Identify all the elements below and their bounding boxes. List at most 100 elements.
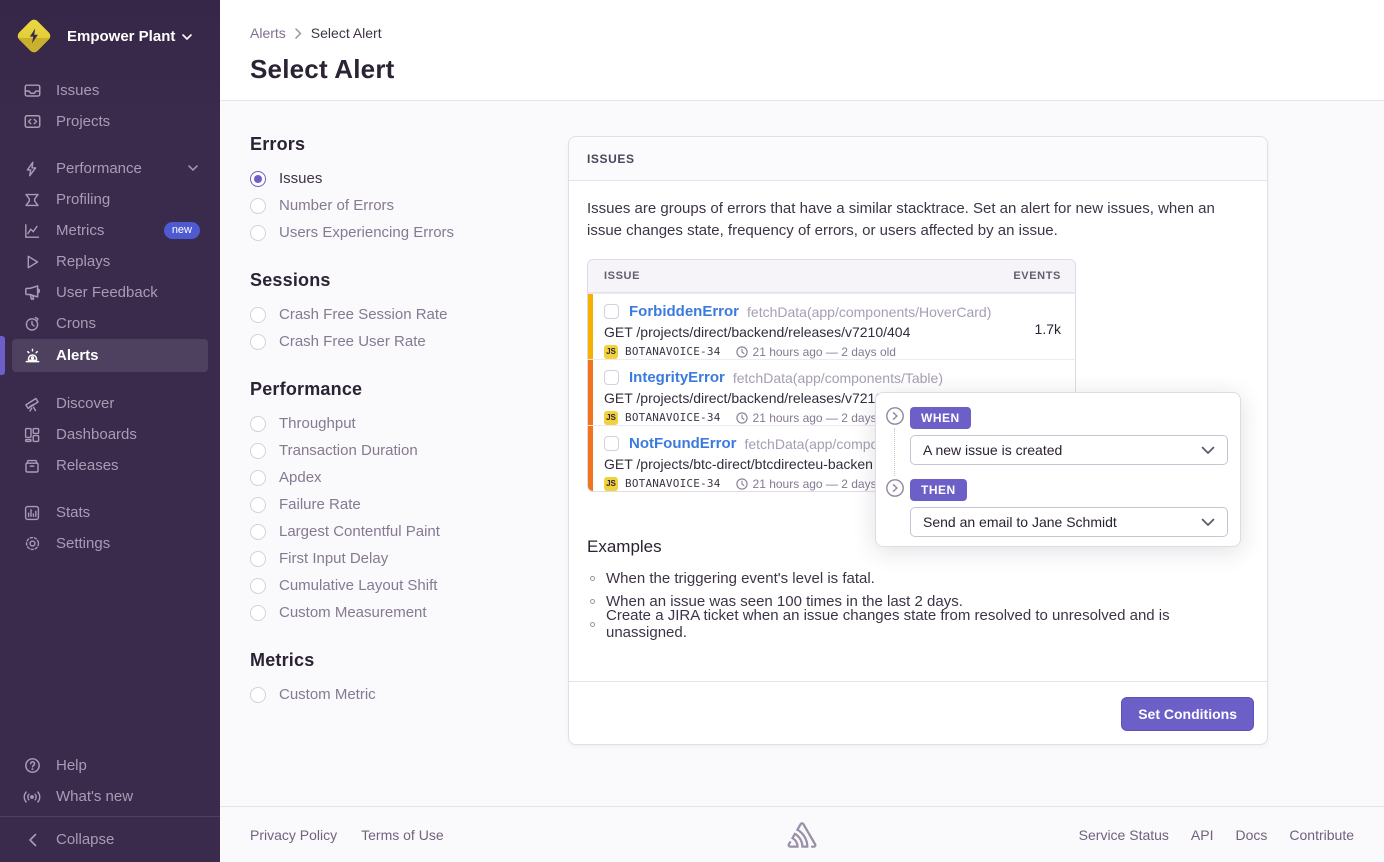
terms-of-use-link[interactable]: Terms of Use <box>361 827 443 843</box>
issue-event-count: 1.7k <box>1035 321 1061 337</box>
issue-checkbox[interactable] <box>604 370 619 385</box>
when-then-popup: WHEN A new issue is created THEN Send an… <box>875 392 1241 547</box>
sentry-logo-icon <box>788 822 817 848</box>
radio-icon[interactable] <box>250 307 266 323</box>
sidebar-item-releases[interactable]: Releases <box>12 450 208 481</box>
alert-option-transaction-duration[interactable]: Transaction Duration <box>250 437 550 464</box>
radio-icon[interactable] <box>250 470 266 486</box>
alert-option-apdex[interactable]: Apdex <box>250 464 550 491</box>
sidebar-item-label: Profiling <box>56 191 110 208</box>
docs-link[interactable]: Docs <box>1236 827 1268 843</box>
releases-icon <box>23 457 41 475</box>
chevron-down-icon <box>1201 518 1215 527</box>
sidebar-item-label: Dashboards <box>56 426 137 443</box>
sidebar-item-issues[interactable]: Issues <box>12 75 208 106</box>
service-status-link[interactable]: Service Status <box>1079 827 1169 843</box>
sidebar: Empower Plant Issues Projects Performanc… <box>0 0 220 862</box>
then-badge: THEN <box>910 479 967 501</box>
alert-option-issues[interactable]: Issues <box>250 165 550 192</box>
issue-age: 21 hours ago — 2 days old <box>736 411 896 425</box>
bullet-icon <box>590 576 595 581</box>
issue-checkbox[interactable] <box>604 436 619 451</box>
alert-option-crash-free-session-rate[interactable]: Crash Free Session Rate <box>250 301 550 328</box>
sidebar-item-discover[interactable]: Discover <box>12 388 208 419</box>
radio-label: Users Experiencing Errors <box>279 224 454 241</box>
issue-title-link[interactable]: NotFoundError <box>629 435 736 452</box>
radio-selected-icon[interactable] <box>250 171 266 187</box>
radio-label: First Input Delay <box>279 550 388 567</box>
alert-option-first-input-delay[interactable]: First Input Delay <box>250 545 550 572</box>
sidebar-item-profiling[interactable]: Profiling <box>12 184 208 215</box>
section-title: Metrics <box>250 650 550 671</box>
radio-icon[interactable] <box>250 551 266 567</box>
table-row[interactable]: ForbiddenError fetchData(app/components/… <box>588 293 1075 359</box>
sidebar-item-stats[interactable]: Stats <box>12 497 208 528</box>
radio-label: Failure Rate <box>279 496 361 513</box>
contribute-link[interactable]: Contribute <box>1289 827 1354 843</box>
alert-option-users-experiencing-errors[interactable]: Users Experiencing Errors <box>250 219 550 246</box>
alert-section-sessions: Sessions Crash Free Session Rate Crash F… <box>250 270 550 355</box>
breadcrumb-alerts-link[interactable]: Alerts <box>250 25 286 41</box>
sidebar-item-dashboards[interactable]: Dashboards <box>12 419 208 450</box>
issue-title-link[interactable]: IntegrityError <box>629 369 725 386</box>
radio-icon[interactable] <box>250 416 266 432</box>
sidebar-item-settings[interactable]: Settings <box>12 528 208 559</box>
radio-icon[interactable] <box>250 578 266 594</box>
issue-title-link[interactable]: ForbiddenError <box>629 303 739 320</box>
issue-culprit: fetchData(app/components/HoverCard) <box>747 304 1061 320</box>
chevron-down-icon <box>188 165 198 172</box>
radio-icon[interactable] <box>250 334 266 350</box>
alert-option-throughput[interactable]: Throughput <box>250 410 550 437</box>
alert-option-largest-contentful-paint[interactable]: Largest Contentful Paint <box>250 518 550 545</box>
alert-option-number-of-errors[interactable]: Number of Errors <box>250 192 550 219</box>
sidebar-item-replays[interactable]: Replays <box>12 246 208 277</box>
sidebar-nav: Issues Projects Performance Profiling Me… <box>0 75 220 559</box>
panel-header: ISSUES <box>569 137 1267 181</box>
alert-section-performance: Performance Throughput Transaction Durat… <box>250 379 550 626</box>
radio-icon[interactable] <box>250 443 266 459</box>
privacy-policy-link[interactable]: Privacy Policy <box>250 827 337 843</box>
page-footer: Privacy Policy Terms of Use Service Stat… <box>220 806 1384 862</box>
radio-icon[interactable] <box>250 497 266 513</box>
alert-option-custom-measurement[interactable]: Custom Measurement <box>250 599 550 626</box>
sidebar-item-performance[interactable]: Performance <box>12 153 208 184</box>
alert-option-failure-rate[interactable]: Failure Rate <box>250 491 550 518</box>
alert-option-custom-metric[interactable]: Custom Metric <box>250 681 550 708</box>
collapse-button[interactable]: Collapse <box>12 824 208 855</box>
api-link[interactable]: API <box>1191 827 1214 843</box>
alert-option-crash-free-user-rate[interactable]: Crash Free User Rate <box>250 328 550 355</box>
sidebar-item-whats-new[interactable]: What's new <box>12 781 208 812</box>
sidebar-item-projects[interactable]: Projects <box>12 106 208 137</box>
radio-icon[interactable] <box>250 524 266 540</box>
radio-icon[interactable] <box>250 687 266 703</box>
alert-type-list: Errors Issues Number of Errors Users Exp… <box>250 134 550 732</box>
sidebar-item-help[interactable]: Help <box>12 750 208 781</box>
sidebar-item-crons[interactable]: Crons <box>12 308 208 339</box>
org-switcher[interactable]: Empower Plant <box>0 0 220 65</box>
example-text: Create a JIRA ticket when an issue chang… <box>606 607 1249 641</box>
project-slug: BOTANAVOICE-34 <box>625 477 721 490</box>
then-action-select[interactable]: Send an email to Jane Schmidt <box>910 507 1228 537</box>
section-title: Performance <box>250 379 550 400</box>
radio-icon[interactable] <box>250 605 266 621</box>
page-header: Alerts Select Alert Select Alert <box>220 0 1384 101</box>
table-header-row: ISSUE EVENTS <box>588 260 1075 293</box>
breadcrumb: Alerts Select Alert <box>250 25 382 41</box>
clock-icon <box>736 478 748 490</box>
radio-icon[interactable] <box>250 198 266 214</box>
issues-icon <box>23 82 41 100</box>
javascript-platform-icon: JS <box>604 345 618 359</box>
radio-icon[interactable] <box>250 225 266 241</box>
clock-icon <box>736 412 748 424</box>
sidebar-item-label: Help <box>56 757 87 774</box>
column-header-events: EVENTS <box>1013 270 1061 282</box>
sidebar-item-metrics[interactable]: Metrics new <box>12 215 208 246</box>
sidebar-item-alerts[interactable]: Alerts <box>12 339 208 372</box>
issue-checkbox[interactable] <box>604 304 619 319</box>
set-conditions-button[interactable]: Set Conditions <box>1121 697 1254 731</box>
alert-option-cumulative-layout-shift[interactable]: Cumulative Layout Shift <box>250 572 550 599</box>
chevron-down-icon <box>1201 446 1215 455</box>
when-condition-select[interactable]: A new issue is created <box>910 435 1228 465</box>
then-action-value: Send an email to Jane Schmidt <box>923 514 1117 530</box>
sidebar-item-user-feedback[interactable]: User Feedback <box>12 277 208 308</box>
